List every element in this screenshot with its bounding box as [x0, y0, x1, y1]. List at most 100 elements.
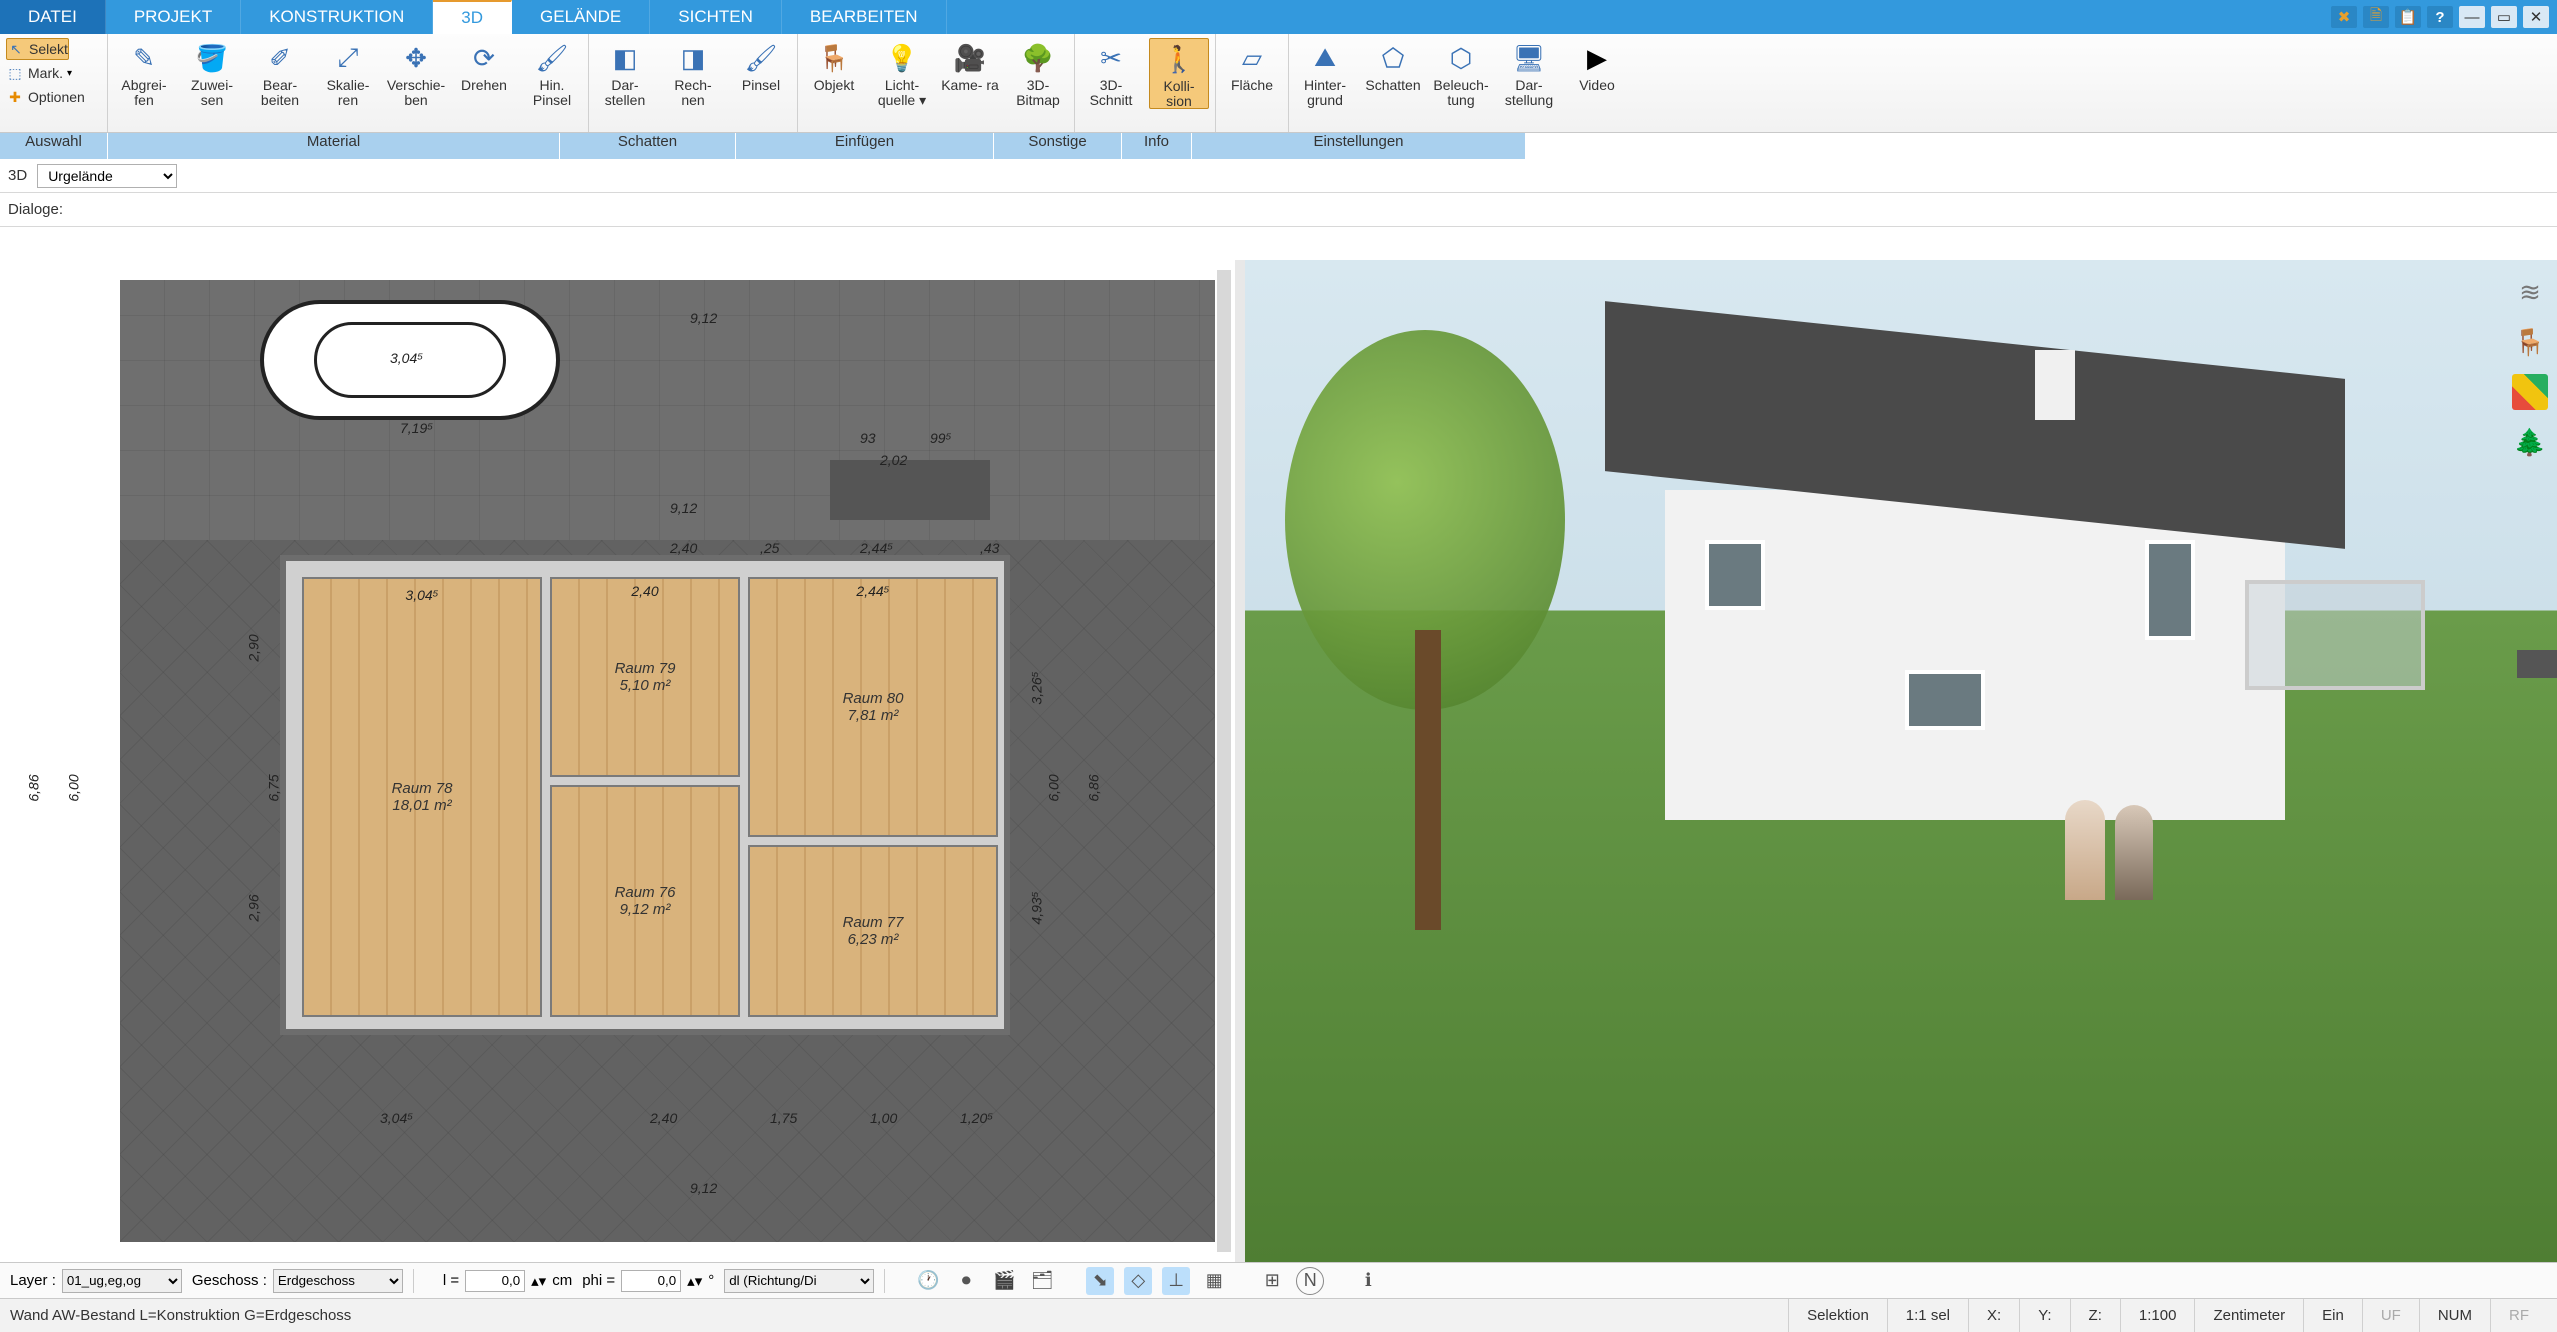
pane-splitter[interactable] [1235, 260, 1245, 1262]
grid-icon[interactable]: ⊞ [1258, 1267, 1286, 1295]
dim-left-h: 6,86 [26, 774, 42, 801]
rotate-icon: ⟳ [466, 40, 502, 76]
dim-car: 3,04⁵ [390, 350, 423, 366]
status-z: Z: [2070, 1299, 2120, 1332]
l-label: l = [443, 1272, 459, 1289]
drehen-button[interactable]: ⟳Drehen [454, 38, 514, 93]
menu-bar: DATEI PROJEKT KONSTRUKTION 3D GELÄNDE SI… [0, 0, 2557, 34]
verschieben-button[interactable]: ✥Verschie- ben [386, 38, 446, 107]
brush-icon: 🖌 [743, 40, 779, 76]
close-button[interactable]: ✕ [2523, 6, 2549, 28]
mark-button[interactable]: ⬚Mark.▾ [6, 62, 72, 84]
clock-icon[interactable]: 🕐 [914, 1267, 942, 1295]
tree-3d [1285, 330, 1565, 930]
menu-konstruktion[interactable]: KONSTRUKTION [241, 0, 433, 34]
record-icon[interactable]: ⏺ [952, 1267, 980, 1295]
camera-path-icon[interactable]: 🎬 [990, 1267, 1018, 1295]
snap-mid-icon[interactable]: ◇ [1124, 1267, 1152, 1295]
info-icon[interactable]: ℹ [1354, 1267, 1382, 1295]
dim-b1: 3,04⁵ [380, 1110, 413, 1126]
status-bar: Wand AW-Bestand L=Konstruktion G=Erdgesc… [0, 1298, 2557, 1332]
ribbon-einfuegen: 🪑Objekt 💡Licht- quelle ▾ 🎥Kame- ra 🌳3D- … [798, 34, 1075, 132]
l-input[interactable] [465, 1270, 525, 1292]
menu-gelaende[interactable]: GELÄNDE [512, 0, 650, 34]
chair-icon: 🪑 [816, 40, 852, 76]
zuweisen-button[interactable]: 🪣Zuwei- sen [182, 38, 242, 107]
menu-3d[interactable]: 3D [433, 0, 512, 34]
lichtquelle-button[interactable]: 💡Licht- quelle ▾ [872, 38, 932, 107]
menu-bearbeiten[interactable]: BEARBEITEN [782, 0, 947, 34]
hintergrund-button[interactable]: ⛰Hinter- grund [1295, 38, 1355, 107]
dim-296: 2,96 [246, 894, 262, 921]
dim-left-h2: 6,00 [66, 774, 82, 801]
minimize-button[interactable]: — [2459, 6, 2485, 28]
terrain-type-select[interactable]: Urgelände [37, 164, 177, 188]
objekt-button[interactable]: 🪑Objekt [804, 38, 864, 93]
dim-b5: 1,20⁵ [960, 1110, 993, 1126]
3d-bitmap-button[interactable]: 🌳3D- Bitmap [1008, 38, 1068, 107]
room-80: Raum 807,81 m² 2,44⁵ [748, 577, 998, 837]
phi-input[interactable] [621, 1270, 681, 1292]
plan-2d-viewport[interactable]: 3,04⁵ 9,12 7,19⁵ 93 99⁵ 2,02 9,12 2,40 ,… [0, 260, 1235, 1262]
status-x: X: [1968, 1299, 2019, 1332]
view-selector-bar: 3D Urgelände [0, 159, 2557, 193]
kollision-button[interactable]: 🚶Kolli- sion [1149, 38, 1209, 109]
group-einfuegen: Einfügen [736, 133, 994, 159]
help-icon[interactable]: ? [2427, 6, 2453, 28]
schatten-settings-button[interactable]: ⬠Schatten [1363, 38, 1423, 93]
background-icon: ⛰ [1307, 40, 1343, 76]
bottom-toolbar: Layer : 01_ug,eg,og Geschoss : Erdgescho… [0, 1262, 2557, 1298]
abgreifen-button[interactable]: ✎Abgrei- fen [114, 38, 174, 107]
darstellung-button[interactable]: 🖥Dar- stellung [1499, 38, 1559, 107]
dim-493: 4,93⁵ [1029, 891, 1045, 924]
camera-icon: 🎥 [952, 40, 988, 76]
dl-select[interactable]: dl (Richtung/Di [724, 1269, 874, 1293]
scrollbar-2d[interactable] [1217, 270, 1231, 1252]
geschoss-select[interactable]: Erdgeschoss [273, 1269, 403, 1293]
snap-endpoint-icon[interactable]: ⬊ [1086, 1267, 1114, 1295]
render-3d-viewport[interactable]: ≋ 🪑 🌲 [1245, 260, 2557, 1262]
view-mode-label: 3D [8, 167, 27, 184]
skalieren-button[interactable]: ⤢Skalie- ren [318, 38, 378, 107]
dialoge-bar: Dialoge: [0, 193, 2557, 227]
snap-grid-icon[interactable]: ▦ [1200, 1267, 1228, 1295]
dim-t4: 2,44⁵ [860, 540, 893, 556]
tools-icon[interactable]: ✖ [2331, 6, 2357, 28]
schatten-pinsel-button[interactable]: 🖌Pinsel [731, 38, 791, 93]
schatten-rechnen-button[interactable]: ◨Rech- nen [663, 38, 723, 107]
lightbulb-icon: 💡 [884, 40, 920, 76]
hinpinsel-button[interactable]: 🖌Hin. Pinsel [522, 38, 582, 107]
north-icon[interactable]: N [1296, 1267, 1324, 1295]
tree-icon: 🌳 [1020, 40, 1056, 76]
beleuchtung-button[interactable]: ⬡Beleuch- tung [1431, 38, 1491, 107]
clipboard-icon[interactable]: 📋 [2395, 6, 2421, 28]
maximize-button[interactable]: ▭ [2491, 6, 2517, 28]
3d-schnitt-button[interactable]: ✂3D- Schnitt [1081, 38, 1141, 107]
spinner-icon[interactable]: ▴▾ [687, 1272, 702, 1290]
save-icon[interactable]: 🗎 [2363, 6, 2389, 28]
flaeche-button[interactable]: ▱Fläche [1222, 38, 1282, 93]
schatten-darstellen-button[interactable]: ◧Dar- stellen [595, 38, 655, 107]
ribbon-sonstige: ✂3D- Schnitt 🚶Kolli- sion [1075, 34, 1216, 132]
stack-icon[interactable]: 🗂 [1028, 1267, 1056, 1295]
menu-projekt[interactable]: PROJEKT [106, 0, 241, 34]
video-button[interactable]: ▶Video [1567, 38, 1627, 93]
edit-icon: ✐ [262, 40, 298, 76]
layer-select[interactable]: 01_ug,eg,og [62, 1269, 182, 1293]
menu-datei[interactable]: DATEI [0, 0, 106, 34]
materials-icon[interactable] [2512, 374, 2548, 410]
selekt-button[interactable]: ↖Selekt [6, 38, 69, 60]
plant-icon[interactable]: 🌲 [2512, 424, 2548, 460]
person-1 [2065, 800, 2105, 900]
spinner-icon[interactable]: ▴▾ [531, 1272, 546, 1290]
furniture-icon[interactable]: 🪑 [2512, 324, 2548, 360]
menu-sichten[interactable]: SICHTEN [650, 0, 782, 34]
optionen-button[interactable]: ✚Optionen [6, 86, 85, 108]
status-rf: RF [2490, 1299, 2547, 1332]
layers-icon[interactable]: ≋ [2512, 274, 2548, 310]
kamera-button[interactable]: 🎥Kame- ra [940, 38, 1000, 93]
status-unit: Zentimeter [2194, 1299, 2303, 1332]
bearbeiten-button[interactable]: ✐Bear- beiten [250, 38, 310, 107]
snap-perp-icon[interactable]: ⊥ [1162, 1267, 1190, 1295]
panel-toggle[interactable] [2517, 650, 2557, 678]
